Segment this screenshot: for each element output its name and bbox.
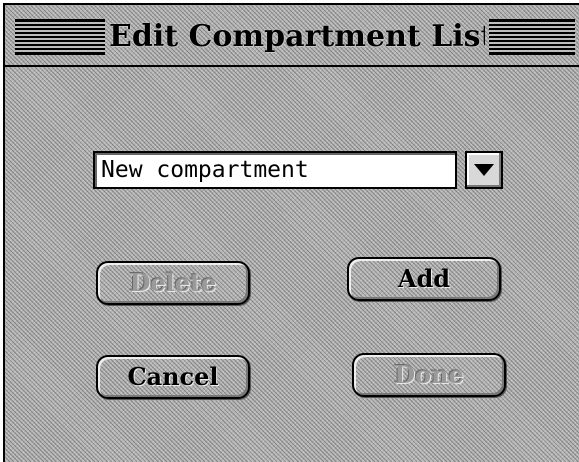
- delete-button[interactable]: Delete: [96, 261, 250, 305]
- add-button[interactable]: Add: [347, 257, 501, 301]
- title-bar-stripes-right: [489, 19, 575, 55]
- dialog-title: Edit Compartment List: [109, 19, 485, 54]
- cancel-button[interactable]: Cancel: [96, 355, 250, 399]
- dialog-content: Delete Add Cancel Done: [5, 67, 579, 462]
- title-bar[interactable]: Edit Compartment List: [5, 5, 579, 67]
- triangle-down-icon: [474, 164, 494, 176]
- title-bar-stripes-left: [15, 19, 105, 55]
- done-button[interactable]: Done: [352, 353, 506, 397]
- compartment-dropdown-button[interactable]: [465, 151, 503, 189]
- compartment-name-field[interactable]: [93, 151, 457, 189]
- edit-compartment-list-dialog: Edit Compartment List Delete Add Cancel …: [3, 3, 579, 462]
